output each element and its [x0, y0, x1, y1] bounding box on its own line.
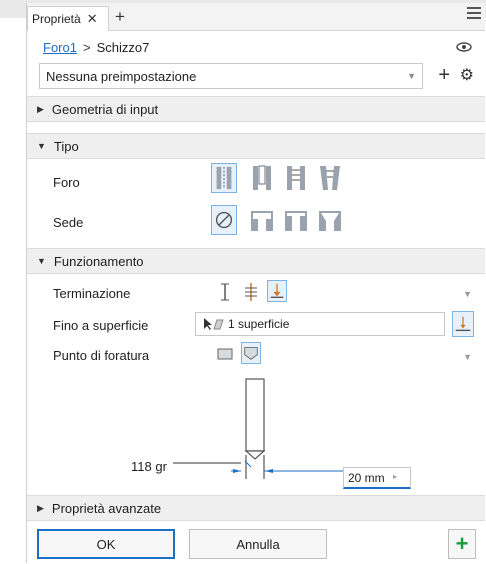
breadcrumb: Foro1 > Schizzo7 — [43, 40, 149, 55]
to-surface-label: Fino a superficie — [53, 318, 149, 333]
tab-title: Proprietà — [32, 12, 81, 26]
spotface-icon[interactable] — [283, 205, 309, 235]
apply-new-button[interactable]: + — [448, 529, 476, 559]
gear-icon[interactable]: ⚙ — [460, 67, 474, 85]
section-title: Tipo — [53, 138, 79, 154]
to-surface-icon[interactable] — [267, 280, 287, 302]
expand-icon: ▶ — [37, 502, 44, 513]
eye-icon[interactable] — [456, 42, 472, 52]
hole-label: Foro — [53, 175, 80, 190]
section-behavior[interactable]: ▼ Funzionamento — [27, 248, 485, 274]
preset-value: Nessuna preimpostazione — [46, 68, 197, 84]
through-all-icon[interactable] — [241, 281, 261, 303]
flat-point-icon[interactable] — [215, 343, 235, 365]
section-title: Proprietà avanzate — [51, 500, 162, 516]
seat-label: Sede — [53, 215, 84, 230]
collapse-icon: ▼ — [37, 141, 46, 151]
close-icon[interactable]: ✕ — [87, 11, 98, 27]
chevron-down-icon: ▼ — [407, 71, 416, 81]
surface-value: 1 superficie — [228, 317, 290, 331]
angle-point-icon[interactable] — [241, 342, 261, 364]
tab-properties[interactable]: Proprietà ✕ — [27, 6, 109, 31]
breadcrumb-feature[interactable]: Foro1 — [43, 40, 77, 55]
add-tab-icon[interactable]: + — [115, 7, 125, 27]
properties-panel: Proprietà ✕ + Foro1 > Schizzo7 Nessuna p… — [26, 3, 485, 563]
menu-icon[interactable] — [467, 7, 481, 21]
cancel-button[interactable]: Annulla — [189, 529, 327, 559]
drill-point-label: Punto di foratura — [53, 348, 150, 363]
add-preset-button[interactable]: + — [438, 63, 450, 87]
counterbore-icon[interactable] — [249, 205, 275, 235]
section-title: Geometria di input — [51, 101, 159, 117]
tapped-hole-icon[interactable] — [283, 163, 309, 193]
section-type[interactable]: ▼ Tipo — [27, 133, 485, 159]
hole-distance-value: 20 mm — [348, 470, 385, 485]
section-advanced[interactable]: ▶ Proprietà avanzate — [27, 495, 485, 521]
section-title: Funzionamento — [53, 253, 144, 269]
section-input-geometry[interactable]: ▶ Geometria di input — [27, 96, 485, 122]
chevron-down-icon[interactable]: ▼ — [463, 289, 472, 299]
ok-button[interactable]: OK — [37, 529, 175, 559]
tab-bar: Proprietà ✕ + — [27, 3, 485, 31]
preset-dropdown[interactable]: Nessuna preimpostazione ▼ — [39, 63, 423, 89]
termination-label: Terminazione — [53, 286, 131, 301]
extend-surface-icon[interactable] — [452, 311, 474, 337]
clearance-hole-icon[interactable] — [249, 163, 275, 193]
simple-hole-icon[interactable] — [211, 163, 237, 193]
surface-selector[interactable]: 1 superficie — [195, 312, 445, 336]
collapse-icon: ▼ — [37, 256, 46, 266]
cursor-icon — [204, 318, 224, 330]
chevron-down-icon[interactable]: ▼ — [463, 352, 472, 362]
hole-distance-input[interactable]: 20 mm — [343, 467, 411, 489]
expand-icon: ▶ — [37, 103, 44, 114]
distance-icon[interactable] — [215, 281, 235, 303]
hole-preview — [173, 378, 409, 479]
spin-arrow-icon[interactable]: ▸ — [393, 472, 397, 481]
no-seat-icon[interactable] — [211, 205, 237, 235]
countersink-icon[interactable] — [317, 205, 343, 235]
breadcrumb-sketch[interactable]: Schizzo7 — [97, 40, 150, 55]
taper-tapped-hole-icon[interactable] — [317, 163, 343, 193]
breadcrumb-separator: > — [82, 40, 91, 55]
point-angle-value[interactable]: 118 gr — [131, 459, 167, 474]
